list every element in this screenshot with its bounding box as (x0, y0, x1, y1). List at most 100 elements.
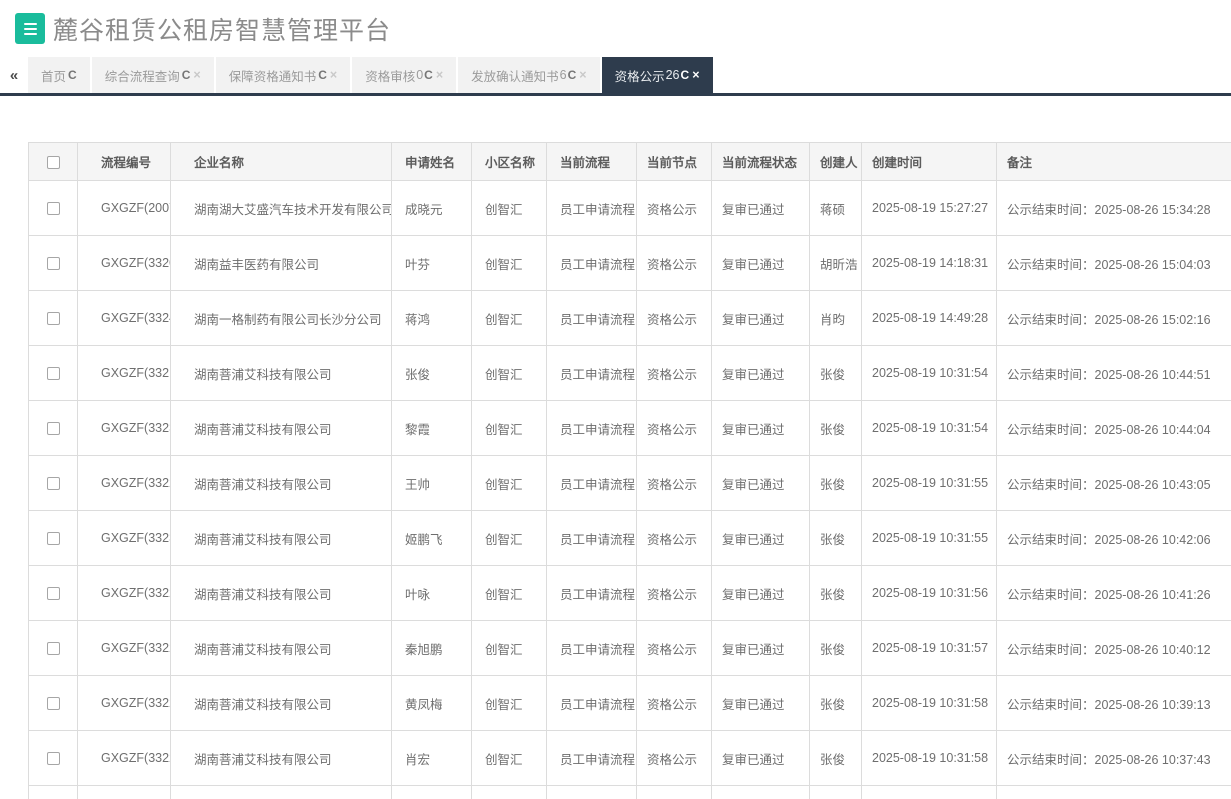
cell-company: 湖南湖大艾盛汽车技术开发有限公司 (171, 181, 392, 236)
table-row[interactable]: GXGZF(33240)湖南一格制药有限公司长沙分公司蒋鸿创智汇员工申请流程资格… (29, 291, 1231, 346)
tab-comprehensive-process-query[interactable]: 综合流程查询 C × (92, 57, 214, 93)
cell-flow: 员工申请流程 (547, 291, 637, 346)
cell-remark: 公示结束时间：2025-08-26 10:39:13 (997, 676, 1231, 731)
cell-applicant: 蒋鸿 (392, 291, 472, 346)
cell-empty (637, 786, 712, 799)
row-checkbox[interactable] (47, 257, 60, 270)
row-checkbox[interactable] (47, 752, 60, 765)
cell-status: 复审已通过 (712, 676, 810, 731)
refresh-icon[interactable]: C (681, 68, 690, 82)
row-select-cell[interactable] (29, 236, 78, 291)
cell-remark: 公示结束时间：2025-08-26 15:34:28 (997, 181, 1231, 236)
tab-guarantee-qualification-notice[interactable]: 保障资格通知书 C × (216, 57, 351, 93)
row-checkbox[interactable] (47, 477, 60, 490)
cell-creator: 蒋硕 (810, 181, 862, 236)
row-checkbox[interactable] (47, 367, 60, 380)
table-row[interactable]: GXGZF(33201)湖南益丰医药有限公司叶芬创智汇员工申请流程资格公示复审已… (29, 236, 1231, 291)
cell-flow: 员工申请流程 (547, 676, 637, 731)
cell-applicant: 秦旭鹏 (392, 621, 472, 676)
cell-flow: 员工申请流程 (547, 401, 637, 456)
collapse-tabs-button[interactable]: « (0, 57, 28, 93)
menu-button[interactable] (15, 13, 45, 44)
cell-creator: 肖昀 (810, 291, 862, 346)
cell-flow: 员工申请流程 (547, 346, 637, 401)
row-select-cell[interactable] (29, 676, 78, 731)
refresh-icon[interactable]: C (568, 68, 577, 82)
row-select-cell[interactable] (29, 456, 78, 511)
table-row[interactable]: GXGZF(33228)湖南菩浦艾科技有限公司王帅创智汇员工申请流程资格公示复审… (29, 456, 1231, 511)
row-checkbox[interactable] (47, 532, 60, 545)
select-all-header[interactable] (29, 143, 78, 181)
cell-remark: 公示结束时间：2025-08-26 10:37:43 (997, 731, 1231, 786)
tab-issuance-confirmation-notice[interactable]: 发放确认通知书 6 C × (458, 57, 599, 93)
cell-remark: 公示结束时间：2025-08-26 10:41:26 (997, 566, 1231, 621)
refresh-icon[interactable]: C (318, 68, 327, 82)
row-select-cell[interactable] (29, 346, 78, 401)
cell-node: 资格公示 (637, 236, 712, 291)
cell-company: 湖南菩浦艾科技有限公司 (171, 731, 392, 786)
cell-id: GXGZF(33220) (78, 676, 171, 731)
row-checkbox[interactable] (47, 312, 60, 325)
row-checkbox[interactable] (47, 422, 60, 435)
row-checkbox[interactable] (47, 697, 60, 710)
table-row[interactable]: GXGZF(33233)湖南菩浦艾科技有限公司黎霞创智汇员工申请流程资格公示复审… (29, 401, 1231, 456)
tab-count: 6 (560, 68, 567, 82)
cell-created: 2025-08-19 10:31:54 (862, 346, 997, 401)
cell-community: 创智汇 (472, 566, 547, 621)
table-row[interactable]: GXGZF(33226)湖南菩浦艾科技有限公司叶咏创智汇员工申请流程资格公示复审… (29, 566, 1231, 621)
close-icon[interactable]: × (193, 68, 200, 82)
column-header-status: 当前流程状态 (712, 143, 810, 181)
cell-created: 2025-08-19 10:31:55 (862, 456, 997, 511)
close-icon[interactable]: × (436, 68, 443, 82)
close-icon[interactable]: × (330, 68, 337, 82)
cell-created: 2025-08-19 10:31:58 (862, 676, 997, 731)
cell-created: 2025-08-19 10:31:56 (862, 566, 997, 621)
select-all-checkbox[interactable] (47, 156, 60, 169)
cell-id: GXGZF(33224) (78, 621, 171, 676)
row-checkbox[interactable] (47, 202, 60, 215)
row-checkbox[interactable] (47, 642, 60, 655)
cell-created: 2025-08-19 10:31:58 (862, 731, 997, 786)
tab-home[interactable]: 首页 C (28, 57, 90, 93)
cell-creator: 张俊 (810, 511, 862, 566)
cell-empty (171, 786, 392, 799)
cell-id: GXGZF(33201) (78, 236, 171, 291)
cell-created: 2025-08-19 14:49:28 (862, 291, 997, 346)
tab-qualification-publicity[interactable]: 资格公示 26 C × (602, 57, 713, 93)
table-row[interactable]: GXGZF(33230)湖南菩浦艾科技有限公司姬鹏飞创智汇员工申请流程资格公示复… (29, 511, 1231, 566)
refresh-icon[interactable]: C (424, 68, 433, 82)
row-select-cell[interactable] (29, 511, 78, 566)
cell-status: 复审已通过 (712, 566, 810, 621)
cell-flow: 员工申请流程 (547, 181, 637, 236)
cell-applicant: 叶咏 (392, 566, 472, 621)
table-row[interactable]: GXGZF(33221)湖南菩浦艾科技有限公司肖宏创智汇员工申请流程资格公示复审… (29, 731, 1231, 786)
close-icon[interactable]: × (579, 68, 586, 82)
close-icon[interactable]: × (692, 68, 699, 82)
cell-company: 湖南益丰医药有限公司 (171, 236, 392, 291)
cell-node: 资格公示 (637, 511, 712, 566)
table-row[interactable]: GXGZF(33219)湖南菩浦艾科技有限公司张俊创智汇员工申请流程资格公示复审… (29, 346, 1231, 401)
row-select-cell[interactable] (29, 401, 78, 456)
row-select-cell[interactable] (29, 181, 78, 236)
menu-icon (24, 28, 37, 30)
cell-remark: 公示结束时间：2025-08-26 15:04:03 (997, 236, 1231, 291)
cell-node: 资格公示 (637, 566, 712, 621)
row-checkbox[interactable] (47, 587, 60, 600)
table-row[interactable]: GXGZF(33224)湖南菩浦艾科技有限公司秦旭鹏创智汇员工申请流程资格公示复… (29, 621, 1231, 676)
menu-icon (24, 33, 37, 35)
row-select-cell[interactable] (29, 621, 78, 676)
refresh-icon[interactable]: C (182, 68, 191, 82)
cell-applicant: 张俊 (392, 346, 472, 401)
row-select-cell[interactable] (29, 291, 78, 346)
table-row[interactable]: GXGZF(33220)湖南菩浦艾科技有限公司黄凤梅创智汇员工申请流程资格公示复… (29, 676, 1231, 731)
row-select-cell[interactable] (29, 731, 78, 786)
tab-qualification-review[interactable]: 资格审核 0 C × (352, 57, 456, 93)
cell-id: GXGZF(33240) (78, 291, 171, 346)
cell-empty (997, 786, 1231, 799)
row-select-cell[interactable] (29, 566, 78, 621)
cell-status: 复审已通过 (712, 346, 810, 401)
table-row[interactable]: GXGZF(20078)湖南湖大艾盛汽车技术开发有限公司成晓元创智汇员工申请流程… (29, 181, 1231, 236)
cell-creator: 张俊 (810, 676, 862, 731)
refresh-icon[interactable]: C (68, 68, 77, 82)
cell-created: 2025-08-19 15:27:27 (862, 181, 997, 236)
